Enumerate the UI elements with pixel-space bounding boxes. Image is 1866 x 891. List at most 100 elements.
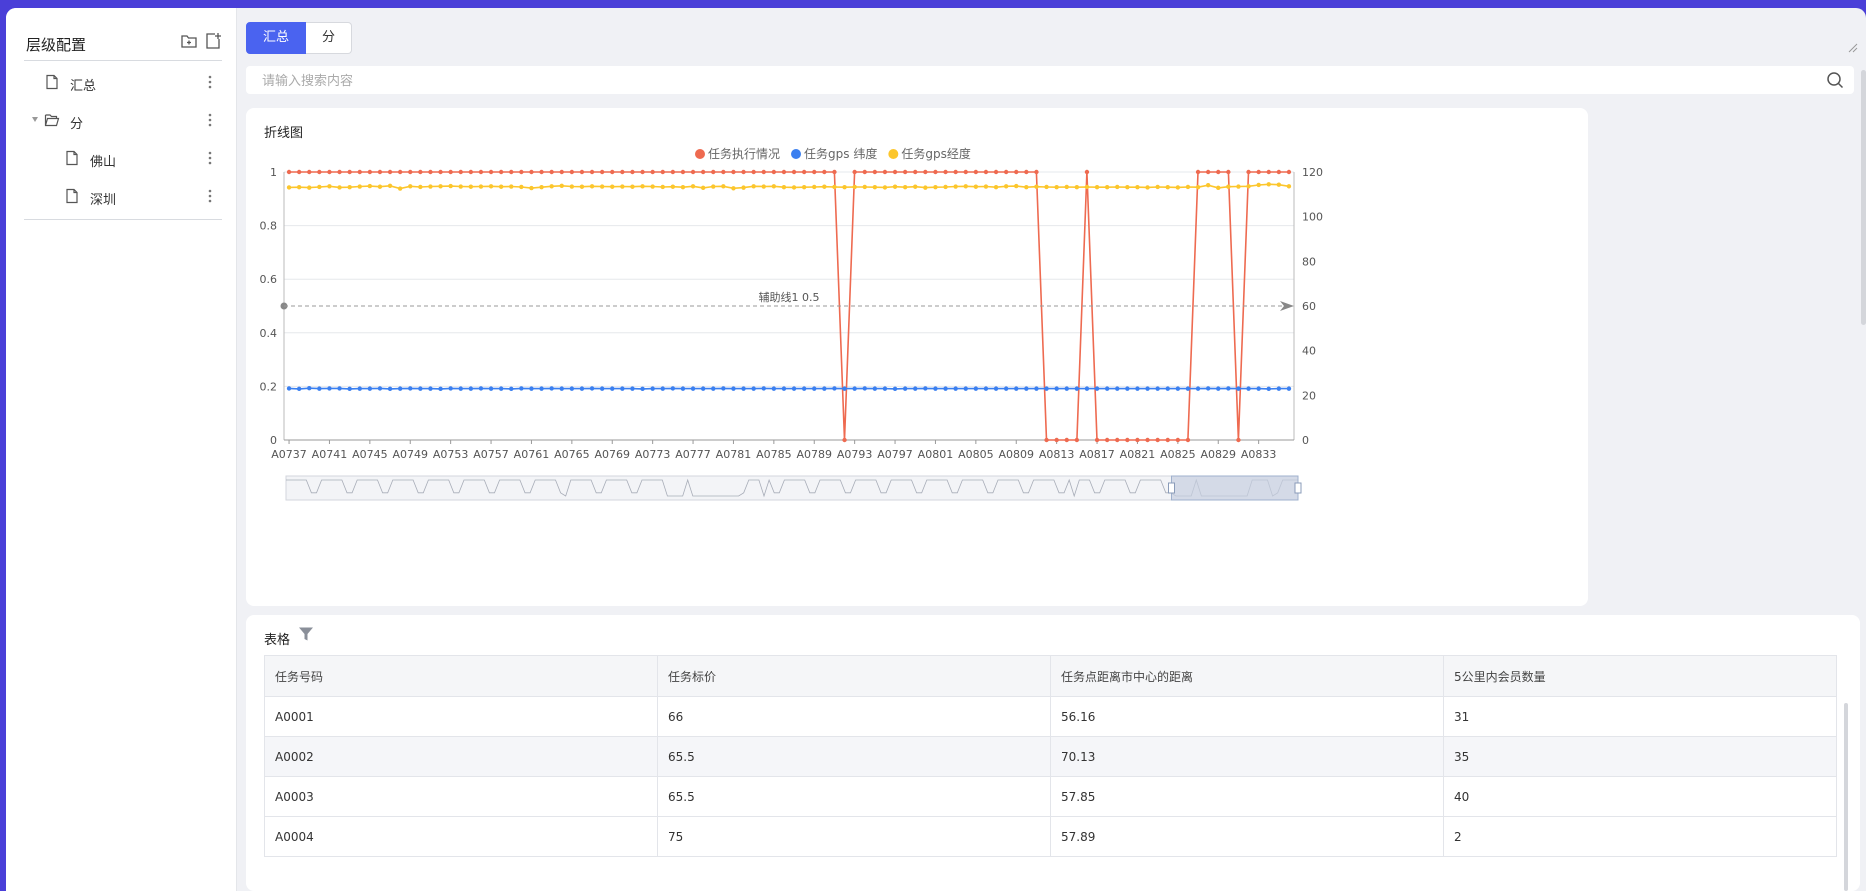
legend-label: 任务gps 纬度 [804, 146, 877, 161]
data-point [620, 184, 625, 189]
data-point [509, 184, 514, 189]
tree-item-foshan[interactable]: 佛山 [24, 142, 222, 174]
table-row[interactable]: A0004 75 57.89 2 [264, 816, 1837, 857]
data-point [1104, 386, 1110, 391]
page-scrollbar[interactable] [1861, 70, 1866, 325]
filter-icon[interactable] [298, 626, 314, 642]
data-point [923, 169, 928, 175]
data-point [812, 169, 817, 175]
tree-item-summary[interactable]: 汇总 [24, 66, 222, 98]
table-cell: 57.85 [1050, 776, 1444, 817]
column-header[interactable]: 任务号码 [264, 655, 658, 697]
data-point [317, 169, 322, 175]
table-cell: A0003 [264, 776, 658, 817]
data-point [1044, 184, 1049, 190]
data-point [1074, 184, 1080, 190]
data-point [1125, 386, 1130, 391]
data-point [721, 184, 726, 189]
column-header[interactable]: 5公里内会员数量 [1443, 655, 1837, 697]
data-point [579, 184, 585, 189]
file-icon [64, 188, 80, 204]
data-point [751, 169, 756, 175]
data-point [509, 169, 514, 175]
data-point [731, 386, 736, 391]
data-point [1256, 169, 1261, 175]
x-tick-label: A0805 [958, 448, 994, 461]
data-point [569, 184, 575, 189]
data-point [1115, 184, 1120, 190]
legend-marker [695, 149, 705, 159]
data-point [630, 169, 635, 175]
search-icon[interactable] [1826, 71, 1844, 89]
data-point [1155, 386, 1160, 391]
tree-item-shenzhen[interactable]: 深圳 [24, 180, 222, 212]
x-tick-label: A0817 [1079, 448, 1115, 461]
x-tick-label: A0813 [1039, 448, 1075, 461]
table-cell: A0002 [264, 736, 658, 777]
resize-handle-icon[interactable] [1848, 38, 1858, 53]
table-scrollbar[interactable] [1844, 703, 1848, 891]
data-point [690, 386, 696, 391]
data-point [1185, 437, 1191, 443]
new-file-icon[interactable] [204, 32, 222, 50]
more-vertical-icon[interactable] [202, 186, 218, 206]
column-header[interactable]: 任务点距离市中心的距离 [1050, 655, 1444, 697]
more-vertical-icon[interactable] [202, 148, 218, 168]
more-vertical-icon[interactable] [202, 72, 218, 92]
data-point [458, 169, 463, 175]
new-folder-icon[interactable] [180, 32, 198, 50]
data-point [1074, 386, 1080, 391]
data-point [337, 169, 342, 175]
data-point [973, 386, 979, 391]
data-point [397, 169, 403, 175]
data-point [357, 386, 362, 391]
tab-summary[interactable]: 汇总 [246, 22, 307, 54]
y-right-tick-label: 0 [1302, 434, 1309, 447]
data-point [1195, 184, 1201, 190]
column-header[interactable]: 任务标价 [657, 655, 1051, 697]
data-point [953, 169, 958, 175]
data-point [599, 386, 605, 391]
data-point [933, 386, 938, 391]
x-tick-label: A0757 [473, 448, 509, 461]
data-point [1104, 184, 1110, 190]
data-point [1286, 184, 1292, 189]
data-point [1216, 169, 1221, 175]
data-point [1286, 169, 1292, 175]
table-row[interactable]: A0003 65.5 57.85 40 [264, 776, 1837, 817]
table-cell: 31 [1443, 696, 1837, 737]
data-point [549, 169, 554, 175]
data-point [357, 184, 362, 189]
caret-down-icon[interactable] [32, 117, 38, 122]
table-row[interactable]: A0001 66 56.16 31 [264, 696, 1837, 737]
data-point [741, 185, 746, 190]
data-point [1074, 437, 1080, 443]
search-bar [246, 66, 1854, 94]
data-point [1266, 169, 1271, 175]
data-point [993, 169, 999, 175]
table-row[interactable]: A0002 65.5 70.13 35 [264, 736, 1837, 777]
data-table: 任务号码 任务标价 任务点距离市中心的距离 5公里内会员数量 A0001 66 … [264, 655, 1837, 857]
line-chart[interactable]: 0 0.2 0.4 0.6 0.8 1 0 20 40 60 80 100 120 A0737 A0741 A… [246, 108, 1588, 606]
data-point [529, 185, 534, 191]
search-input[interactable] [260, 70, 1804, 92]
data-point [882, 185, 888, 190]
data-point [296, 386, 302, 392]
table-cell: 57.89 [1050, 816, 1444, 857]
data-point [801, 386, 807, 391]
tree-item-branch[interactable]: 分 [24, 104, 222, 136]
data-point [862, 169, 867, 175]
data-point [832, 169, 837, 175]
data-point [741, 169, 746, 175]
data-point [751, 386, 756, 391]
data-point [498, 184, 504, 189]
data-point [993, 184, 999, 190]
data-point [791, 386, 797, 391]
data-point [822, 169, 827, 175]
data-point [620, 386, 625, 391]
legend-marker [888, 149, 899, 159]
data-point [1145, 185, 1150, 190]
more-vertical-icon[interactable] [202, 110, 218, 130]
y-right-tick-label: 40 [1302, 345, 1316, 358]
tab-branch[interactable]: 分 [306, 22, 353, 54]
